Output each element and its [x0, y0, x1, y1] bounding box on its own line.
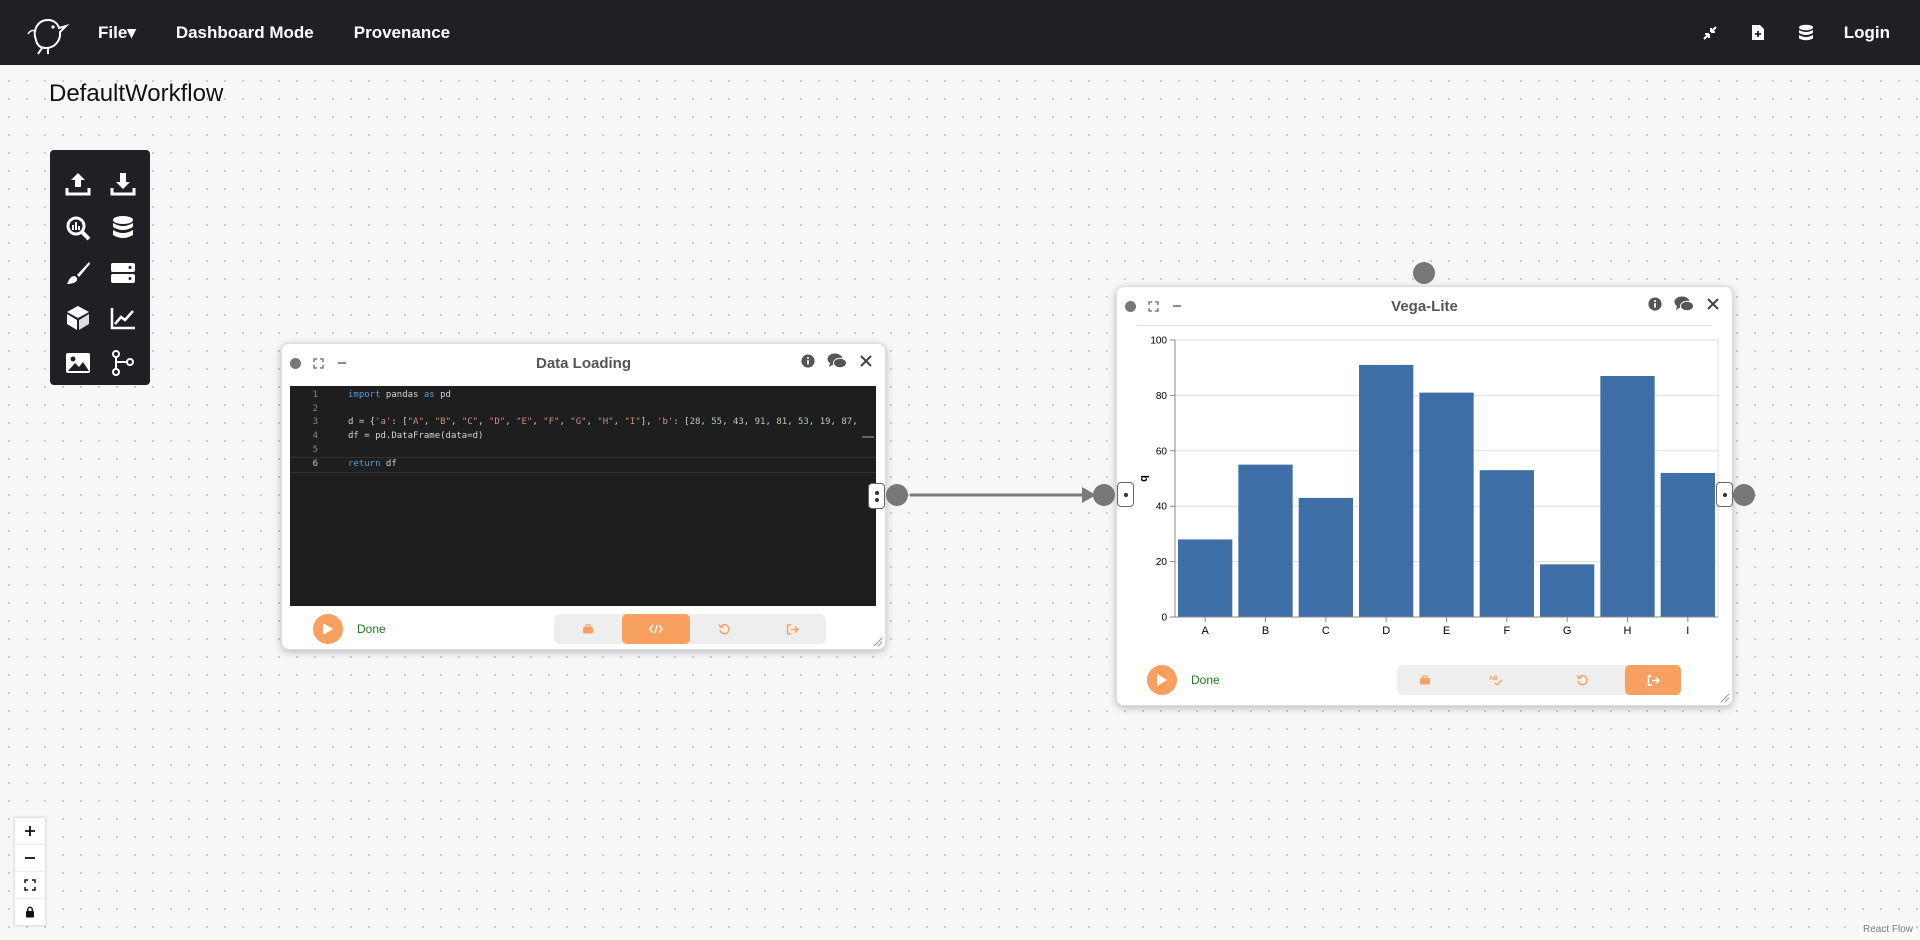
- node-status-dot[interactable]: [1125, 300, 1136, 312]
- bar: [1419, 392, 1474, 617]
- zoom-controls: [14, 817, 46, 926]
- bar: [1359, 364, 1414, 617]
- output-port[interactable]: [1716, 482, 1733, 507]
- x-axis-label: a: [1443, 640, 1450, 642]
- node-header: Data Loading: [282, 344, 885, 382]
- tab-output[interactable]: [1625, 665, 1681, 695]
- vega-lite-node[interactable]: Vega-Lite 020406080100 ABCDEFGHI a b Don…: [1116, 286, 1733, 706]
- output-port[interactable]: [868, 483, 885, 509]
- zoom-in-button[interactable]: [15, 818, 45, 845]
- comments-icon[interactable]: [1674, 296, 1694, 312]
- close-icon[interactable]: [859, 354, 873, 368]
- bar: [1298, 497, 1353, 617]
- editor-scrollbar[interactable]: [862, 436, 874, 438]
- node-tabbar: AB: [1397, 665, 1681, 695]
- expand-icon[interactable]: [1146, 299, 1160, 313]
- code-editor[interactable]: 1 import pandas as pd 2 3d = {'a': ["A", …: [290, 386, 876, 606]
- code-line: 4 df = pd.DataFrame(data=d): [312, 431, 484, 442]
- y-tick-label: 0: [1161, 613, 1167, 624]
- y-tick-label: 60: [1156, 446, 1168, 457]
- bar: [1540, 564, 1595, 617]
- resize-handle-icon[interactable]: [1720, 693, 1730, 703]
- code-line: 3d = {'a': ["A", "B", "C", "D", "E", "F"…: [312, 417, 858, 428]
- resize-handle-icon[interactable]: [873, 637, 883, 647]
- close-icon[interactable]: [1706, 297, 1720, 311]
- header-divider: [1137, 325, 1712, 326]
- run-button[interactable]: [1147, 665, 1177, 695]
- x-tick-label: I: [1686, 625, 1689, 637]
- code-line: 5: [312, 444, 318, 455]
- node-footer: Done: [282, 609, 885, 649]
- tab-history[interactable]: [690, 614, 758, 644]
- y-tick-label: 40: [1156, 502, 1168, 513]
- x-tick-label: C: [1322, 625, 1330, 637]
- tab-output[interactable]: [758, 614, 826, 644]
- top-handle[interactable]: [1413, 262, 1435, 284]
- x-tick-label: D: [1382, 625, 1390, 637]
- node-footer: Done AB: [1117, 655, 1732, 705]
- x-tick-label: A: [1201, 625, 1209, 637]
- bar: [1479, 470, 1534, 617]
- y-axis: 0 20 40 60 80 100: [1150, 336, 1176, 624]
- tab-grammar[interactable]: AB: [1453, 665, 1539, 695]
- comments-icon[interactable]: [827, 353, 847, 369]
- x-axis: A B C D E F G H I: [1175, 616, 1718, 637]
- bar: [1238, 464, 1293, 617]
- node-title: Vega-Lite: [1391, 297, 1458, 315]
- minimize-icon[interactable]: [335, 356, 349, 370]
- node-header: Vega-Lite: [1117, 287, 1732, 325]
- x-tick-label: F: [1503, 625, 1510, 637]
- bar: [1660, 472, 1715, 617]
- x-tick-label: B: [1262, 625, 1269, 637]
- status-text: Done: [1191, 673, 1220, 687]
- x-tick-label: G: [1563, 625, 1572, 637]
- code-line: 6 return df: [290, 457, 876, 474]
- fit-view-button[interactable]: [15, 872, 45, 899]
- lock-icon[interactable]: [15, 899, 45, 925]
- input-handle[interactable]: [1093, 484, 1115, 506]
- tab-settings[interactable]: [1397, 665, 1453, 695]
- zoom-out-button[interactable]: [15, 845, 45, 872]
- bar: [1178, 539, 1233, 617]
- chart-bars: [1178, 364, 1715, 617]
- output-handle[interactable]: [886, 484, 908, 506]
- status-text: Done: [357, 622, 386, 636]
- x-tick-label: H: [1624, 625, 1632, 637]
- bar: [1600, 376, 1655, 617]
- info-icon[interactable]: [801, 354, 815, 368]
- y-tick-label: 80: [1156, 391, 1168, 402]
- tab-settings[interactable]: [554, 614, 622, 644]
- info-icon[interactable]: [1648, 297, 1662, 311]
- y-axis-label: b: [1138, 475, 1150, 482]
- code-line: 2: [312, 403, 318, 414]
- react-flow-attribution[interactable]: React Flow: [1859, 923, 1916, 936]
- node-tabbar: [554, 614, 826, 644]
- tab-code[interactable]: [622, 614, 690, 644]
- y-tick-label: 20: [1156, 557, 1168, 568]
- node-title: Data Loading: [535, 354, 631, 372]
- code-line: 1 import pandas as pd: [312, 390, 451, 400]
- minimize-icon[interactable]: [1170, 299, 1184, 313]
- svg-text:AB: AB: [1489, 676, 1498, 682]
- bar-chart: 0 20 40 60 80 100 A B C D E F G H I a b: [1138, 336, 1719, 642]
- tab-history[interactable]: [1539, 665, 1625, 695]
- data-loading-node[interactable]: Data Loading 1 import pandas as pd 2 3d =…: [281, 343, 886, 650]
- y-tick-label: 100: [1150, 336, 1167, 347]
- node-status-dot[interactable]: [290, 357, 301, 369]
- run-button[interactable]: [313, 614, 343, 644]
- input-port[interactable]: [1117, 482, 1134, 507]
- output-handle[interactable]: [1733, 484, 1755, 506]
- x-tick-label: E: [1443, 625, 1450, 637]
- expand-icon[interactable]: [311, 356, 325, 370]
